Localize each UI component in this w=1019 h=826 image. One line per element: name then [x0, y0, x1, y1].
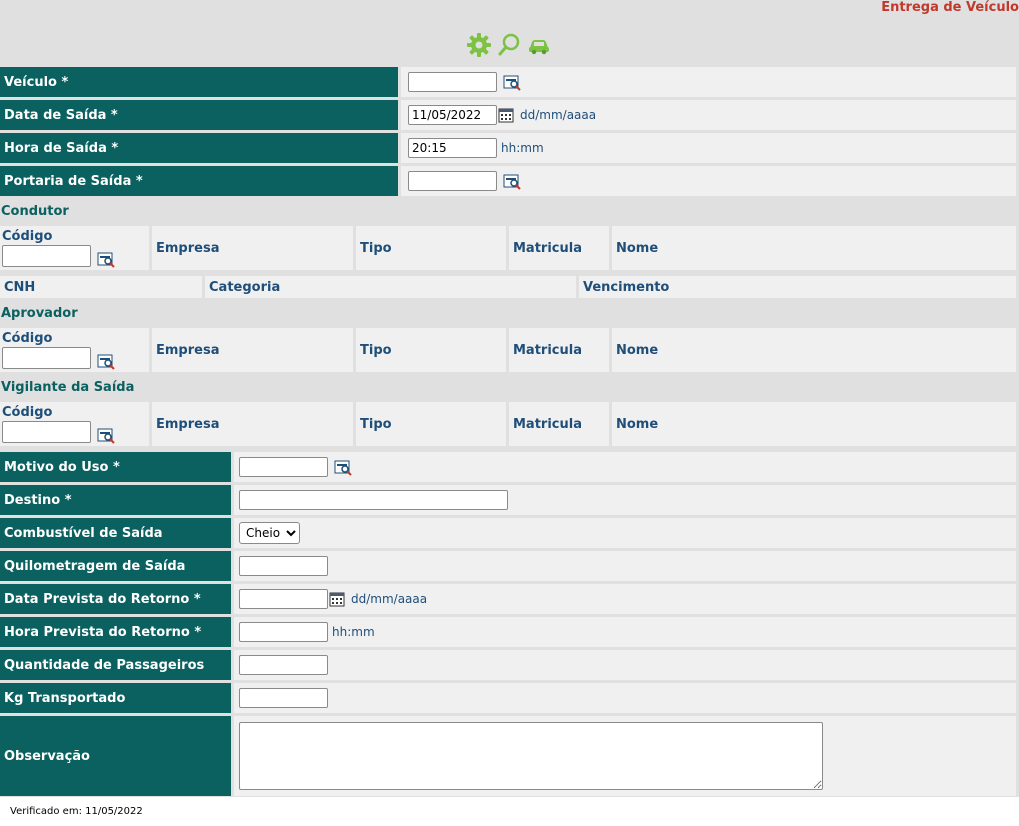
- categoria-label: Categoria: [205, 276, 576, 298]
- aprovador-codigo-input[interactable]: [2, 346, 91, 369]
- lookup-icon[interactable]: [97, 352, 115, 370]
- aprovador-codigo-cell: Código: [0, 328, 149, 372]
- condutor-title: Condutor: [1, 204, 69, 219]
- data-retorno-input[interactable]: [239, 589, 328, 609]
- car-icon[interactable]: [526, 32, 552, 58]
- row-combustivel: Combustível de Saída Cheio: [0, 518, 1016, 548]
- row-observacao: Observação: [0, 716, 1016, 796]
- calendar-icon[interactable]: [329, 591, 345, 607]
- data-retorno-label: Data Prevista do Retorno *: [0, 584, 231, 614]
- combustivel-label: Combustível de Saída: [0, 518, 231, 548]
- row-data-retorno: Data Prevista do Retorno * dd/mm/aaaa: [0, 584, 1016, 614]
- vigilante-codigo-label: Código: [2, 404, 53, 420]
- lookup-icon[interactable]: [503, 73, 521, 91]
- row-destino: Destino *: [0, 485, 1016, 515]
- aprovador-tipo: Tipo: [356, 328, 506, 372]
- row-data-saida: Data de Saída * dd/mm/aaaa: [0, 100, 1016, 130]
- hora-retorno-input[interactable]: [239, 622, 328, 642]
- vigilante-nome: Nome: [612, 402, 1016, 446]
- aprovador-title: Aprovador: [1, 306, 78, 321]
- vigilante-row: Código Empresa Tipo Matricula Nome: [0, 402, 1016, 446]
- gear-icon[interactable]: [466, 32, 492, 58]
- search-icon[interactable]: [496, 32, 522, 58]
- condutor-tipo: Tipo: [356, 226, 506, 270]
- vigilante-codigo-input[interactable]: [2, 420, 91, 443]
- cnh-label: CNH: [0, 276, 202, 298]
- row-portaria-saida: Portaria de Saída *: [0, 166, 1016, 196]
- row-hora-saida: Hora de Saída * hh:mm: [0, 133, 1016, 163]
- condutor-codigo-cell: Código: [0, 226, 149, 270]
- vencimento-label: Vencimento: [579, 276, 1016, 298]
- vigilante-empresa: Empresa: [152, 402, 353, 446]
- aprovador-matricula: Matricula: [509, 328, 609, 372]
- aprovador-empresa: Empresa: [152, 328, 353, 372]
- date-format-hint: dd/mm/aaaa: [520, 108, 597, 122]
- footer-verified: Verificado em: 11/05/2022: [10, 806, 143, 817]
- time-format-hint: hh:mm: [501, 141, 544, 155]
- data-saida-label: Data de Saída *: [0, 100, 398, 130]
- date-format-hint: dd/mm/aaaa: [351, 592, 428, 606]
- row-veiculo: Veículo *: [0, 67, 1016, 97]
- row-passageiros: Quantidade de Passageiros: [0, 650, 1016, 680]
- vigilante-codigo-cell: Código: [0, 402, 149, 446]
- condutor-nome: Nome: [612, 226, 1016, 270]
- aprovador-codigo-label: Código: [2, 330, 53, 346]
- destino-label: Destino *: [0, 485, 231, 515]
- condutor-matricula: Matricula: [509, 226, 609, 270]
- time-format-hint: hh:mm: [332, 625, 375, 639]
- observacao-textarea[interactable]: [239, 722, 823, 790]
- motivo-uso-input[interactable]: [239, 457, 328, 477]
- hora-retorno-label: Hora Prevista do Retorno *: [0, 617, 231, 647]
- hora-saida-label: Hora de Saída *: [0, 133, 398, 163]
- row-hora-retorno: Hora Prevista do Retorno * hh:mm: [0, 617, 1016, 647]
- vigilante-title: Vigilante da Saída: [1, 380, 135, 395]
- portaria-saida-input[interactable]: [408, 171, 497, 191]
- quilometragem-label: Quilometragem de Saída: [0, 551, 231, 581]
- hora-saida-input[interactable]: [408, 138, 497, 158]
- row-quilometragem: Quilometragem de Saída: [0, 551, 1016, 581]
- aprovador-row: Código Empresa Tipo Matricula Nome: [0, 328, 1016, 372]
- vigilante-matricula: Matricula: [509, 402, 609, 446]
- veiculo-input[interactable]: [408, 72, 497, 92]
- observacao-label: Observação: [0, 716, 231, 796]
- kg-input[interactable]: [239, 688, 328, 708]
- condutor-codigo-label: Código: [2, 228, 53, 244]
- page-title: Entrega de Veículo: [881, 0, 1019, 15]
- quilometragem-input[interactable]: [239, 556, 328, 576]
- condutor-cnh-row: CNH Categoria Vencimento: [0, 276, 1016, 298]
- lookup-icon[interactable]: [503, 172, 521, 190]
- row-motivo-uso: Motivo do Uso *: [0, 452, 1016, 482]
- row-kg: Kg Transportado: [0, 683, 1016, 713]
- motivo-uso-label: Motivo do Uso *: [0, 452, 231, 482]
- kg-label: Kg Transportado: [0, 683, 231, 713]
- footer-band: [0, 797, 1019, 826]
- combustivel-select[interactable]: Cheio: [239, 522, 300, 544]
- data-saida-input[interactable]: [408, 105, 497, 125]
- passageiros-label: Quantidade de Passageiros: [0, 650, 231, 680]
- lookup-icon[interactable]: [97, 426, 115, 444]
- toolbar: [466, 32, 552, 58]
- destino-input[interactable]: [239, 490, 508, 510]
- portaria-saida-label: Portaria de Saída *: [0, 166, 398, 196]
- aprovador-nome: Nome: [612, 328, 1016, 372]
- lookup-icon[interactable]: [334, 458, 352, 476]
- condutor-codigo-input[interactable]: [2, 244, 91, 267]
- condutor-empresa: Empresa: [152, 226, 353, 270]
- lookup-icon[interactable]: [97, 250, 115, 268]
- vigilante-tipo: Tipo: [356, 402, 506, 446]
- condutor-row: Código Empresa Tipo Matricula Nome: [0, 226, 1016, 270]
- passageiros-input[interactable]: [239, 655, 328, 675]
- veiculo-label: Veículo *: [0, 67, 398, 97]
- calendar-icon[interactable]: [498, 107, 514, 123]
